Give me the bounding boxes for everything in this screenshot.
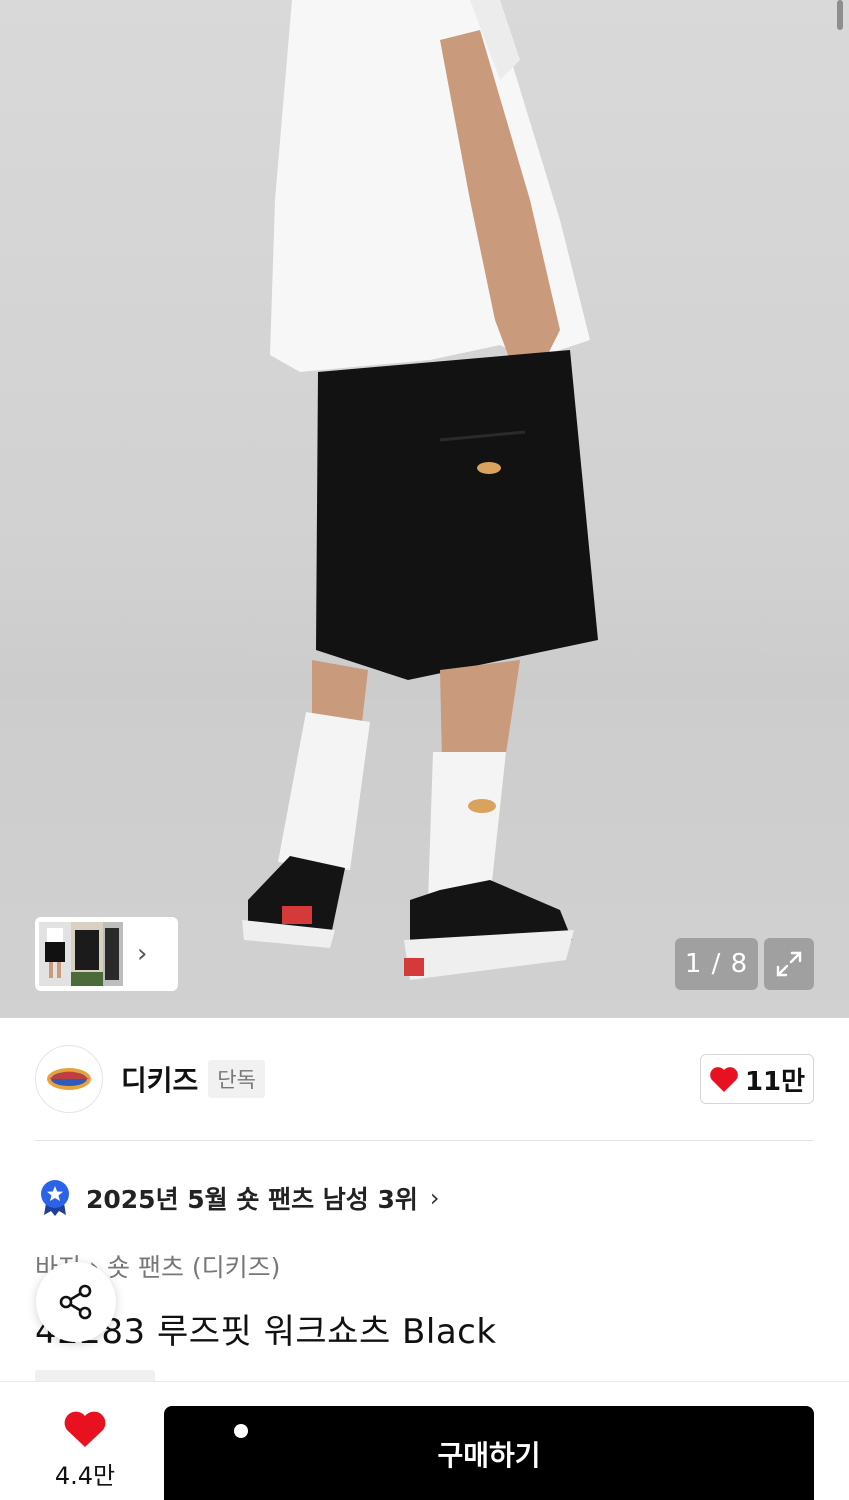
product-image-gallery[interactable]: › 1 / 8 [0,0,849,1018]
ranking-link[interactable]: 2025년 5월 숏 팬츠 남성 3위 › [38,1178,440,1218]
brand-row[interactable]: 디키즈 단독 11만 [35,1044,814,1114]
wishlist-button[interactable]: 4.4만 [40,1410,130,1491]
exclusive-badge: 단독 [208,1060,265,1098]
bottom-action-bar: 4.4만 구매하기 [0,1381,849,1500]
dickies-logo-icon [47,1068,91,1090]
thumbnail-strip[interactable]: › [35,917,178,991]
heart-icon [64,1411,106,1447]
ranking-badge-icon [41,1180,69,1216]
brand-like-button[interactable]: 11만 [700,1054,814,1104]
brand-name[interactable]: 디키즈 [121,1059,198,1099]
thumbnail-3[interactable] [103,922,123,986]
wishlist-count: 4.4만 [54,1462,116,1490]
share-button[interactable] [36,1262,116,1342]
brand-like-count: 11만 [744,1066,806,1097]
product-photo [0,0,849,1018]
expand-icon [776,951,802,977]
expand-button[interactable] [764,938,814,990]
thumbnail-1[interactable] [39,922,71,986]
buy-button[interactable]: 구매하기 [164,1406,814,1500]
heart-icon [710,1067,738,1092]
buy-button-label: 구매하기 [437,1438,541,1472]
touch-indicator [234,1424,248,1438]
divider [35,1140,814,1141]
breadcrumb-item-short-pants[interactable]: 숏 팬츠 (디키즈) [107,1248,280,1284]
image-counter: 1 / 8 [675,938,758,990]
thumbnail-2[interactable] [71,922,103,986]
scroll-indicator[interactable] [837,0,843,30]
thumbnail-next-icon[interactable]: › [137,941,147,967]
brand-logo[interactable] [35,1045,103,1113]
chevron-right-icon: › [429,1184,440,1212]
share-icon [59,1284,92,1320]
ranking-text: 2025년 5월 숏 팬츠 남성 3위 [86,1185,418,1214]
